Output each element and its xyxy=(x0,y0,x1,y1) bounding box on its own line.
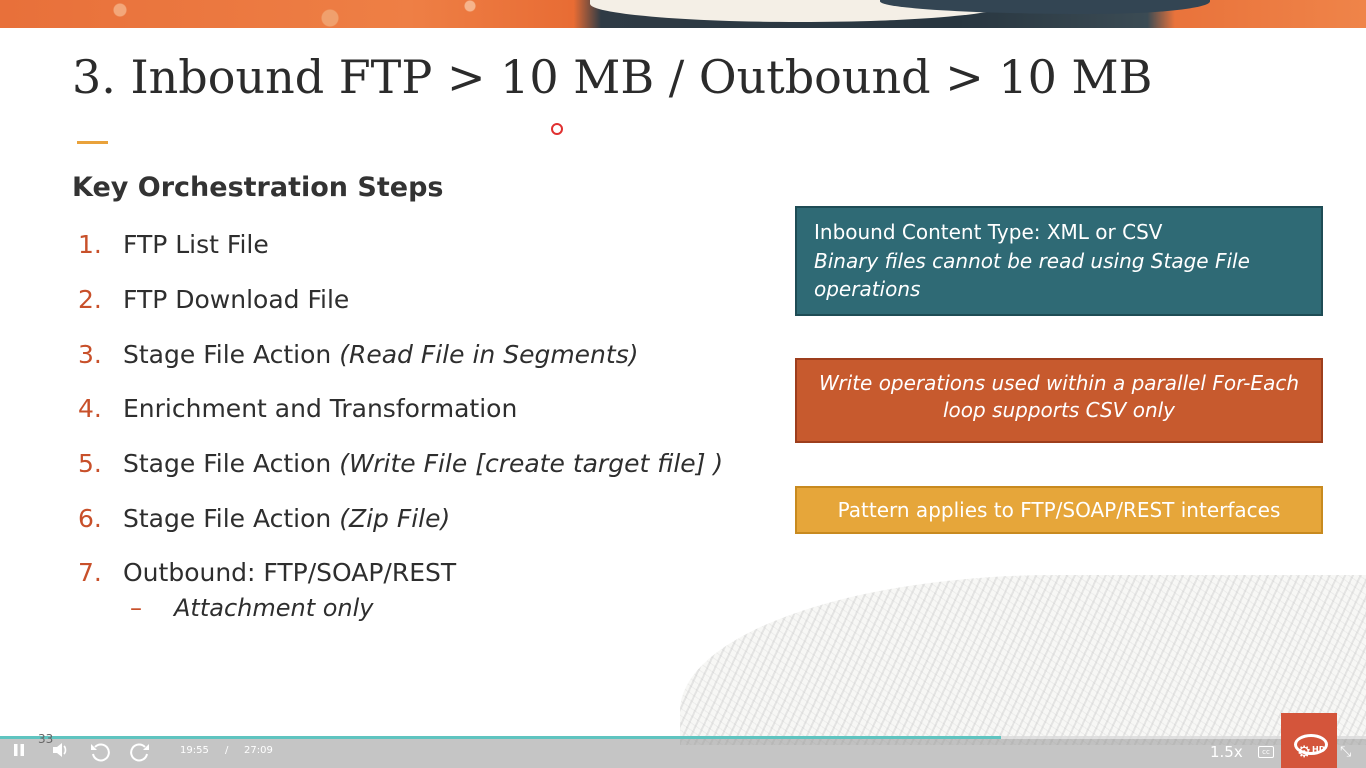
gear-icon[interactable]: ⚙ xyxy=(1297,742,1311,761)
step-number: 5. xyxy=(78,449,102,478)
step-note: (Zip File) xyxy=(339,504,451,533)
info-box-line-2: Binary files cannot be read using Stage … xyxy=(814,249,1250,301)
step-number: 4. xyxy=(78,394,102,423)
playback-speed-button[interactable]: 1.5x xyxy=(1210,743,1243,761)
step-text: Stage File Action xyxy=(123,504,340,533)
slide-page-number: 33 xyxy=(38,732,54,746)
fullscreen-exit-icon[interactable]: ⤡ xyxy=(1340,744,1351,760)
time-separator: / xyxy=(225,745,229,756)
step-note: (Write File [create target file] ) xyxy=(339,449,724,478)
title-accent-bar xyxy=(77,141,108,144)
step-text: FTP Download File xyxy=(123,285,350,314)
info-box-pattern: Pattern applies to FTP/SOAP/REST interfa… xyxy=(795,486,1323,534)
step-text: Outbound: FTP/SOAP/REST xyxy=(123,558,457,587)
info-box-text: Pattern applies to FTP/SOAP/REST interfa… xyxy=(837,498,1281,522)
progress-fill xyxy=(0,736,1002,739)
sub-item-text: Attachment only xyxy=(174,594,374,622)
step-note: (Read File in Segments) xyxy=(339,340,639,369)
video-player-controls: 19:55 / 27:09 1.5x cc xyxy=(0,736,1366,768)
progress-bar[interactable] xyxy=(0,736,1366,739)
step-number: 6. xyxy=(78,504,102,533)
step-item-3: 3. Stage File Action (Read File in Segmen… xyxy=(78,340,638,369)
step-text: FTP List File xyxy=(123,230,269,259)
duration: 27:09 xyxy=(244,745,273,756)
rewind-icon[interactable] xyxy=(88,742,112,762)
step-item-2: 2. FTP Download File xyxy=(78,285,349,314)
step-number: 2. xyxy=(78,285,102,314)
sub-item-dash: – xyxy=(130,594,142,622)
step-item-7: 7. Outbound: FTP/SOAP/REST xyxy=(78,558,456,587)
step-number: 7. xyxy=(78,558,102,587)
laser-pointer xyxy=(551,123,563,135)
hd-badge: HD xyxy=(1312,745,1326,754)
step-text: Stage File Action xyxy=(123,340,340,369)
info-box-line-1: Inbound Content Type: XML or CSV xyxy=(814,220,1163,244)
step-text: Stage File Action xyxy=(123,449,340,478)
step-item-5: 5. Stage File Action (Write File [create … xyxy=(78,449,723,478)
step-text: Enrichment and Transformation xyxy=(123,394,518,423)
info-box-content-type: Inbound Content Type: XML or CSV Binary … xyxy=(795,206,1323,316)
info-box-text: Write operations used within a parallel … xyxy=(818,371,1299,422)
step-number: 3. xyxy=(78,340,102,369)
captions-icon[interactable]: cc xyxy=(1258,746,1274,758)
pause-icon[interactable] xyxy=(10,742,28,762)
current-time: 19:55 xyxy=(180,745,209,756)
step-item-6: 6. Stage File Action (Zip File) xyxy=(78,504,450,533)
decorative-texture xyxy=(680,575,1366,745)
step-number: 1. xyxy=(78,230,102,259)
step-item-4: 4. Enrichment and Transformation xyxy=(78,394,517,423)
step-sub-item: – Attachment only xyxy=(130,594,374,622)
info-box-write-operations: Write operations used within a parallel … xyxy=(795,358,1323,443)
slide-title: 3. Inbound FTP > 10 MB / Outbound > 10 M… xyxy=(72,50,1153,104)
forward-icon[interactable] xyxy=(128,742,152,762)
step-item-1: 1. FTP List File xyxy=(78,230,269,259)
decorative-banner xyxy=(0,0,1366,28)
section-heading: Key Orchestration Steps xyxy=(72,172,444,203)
